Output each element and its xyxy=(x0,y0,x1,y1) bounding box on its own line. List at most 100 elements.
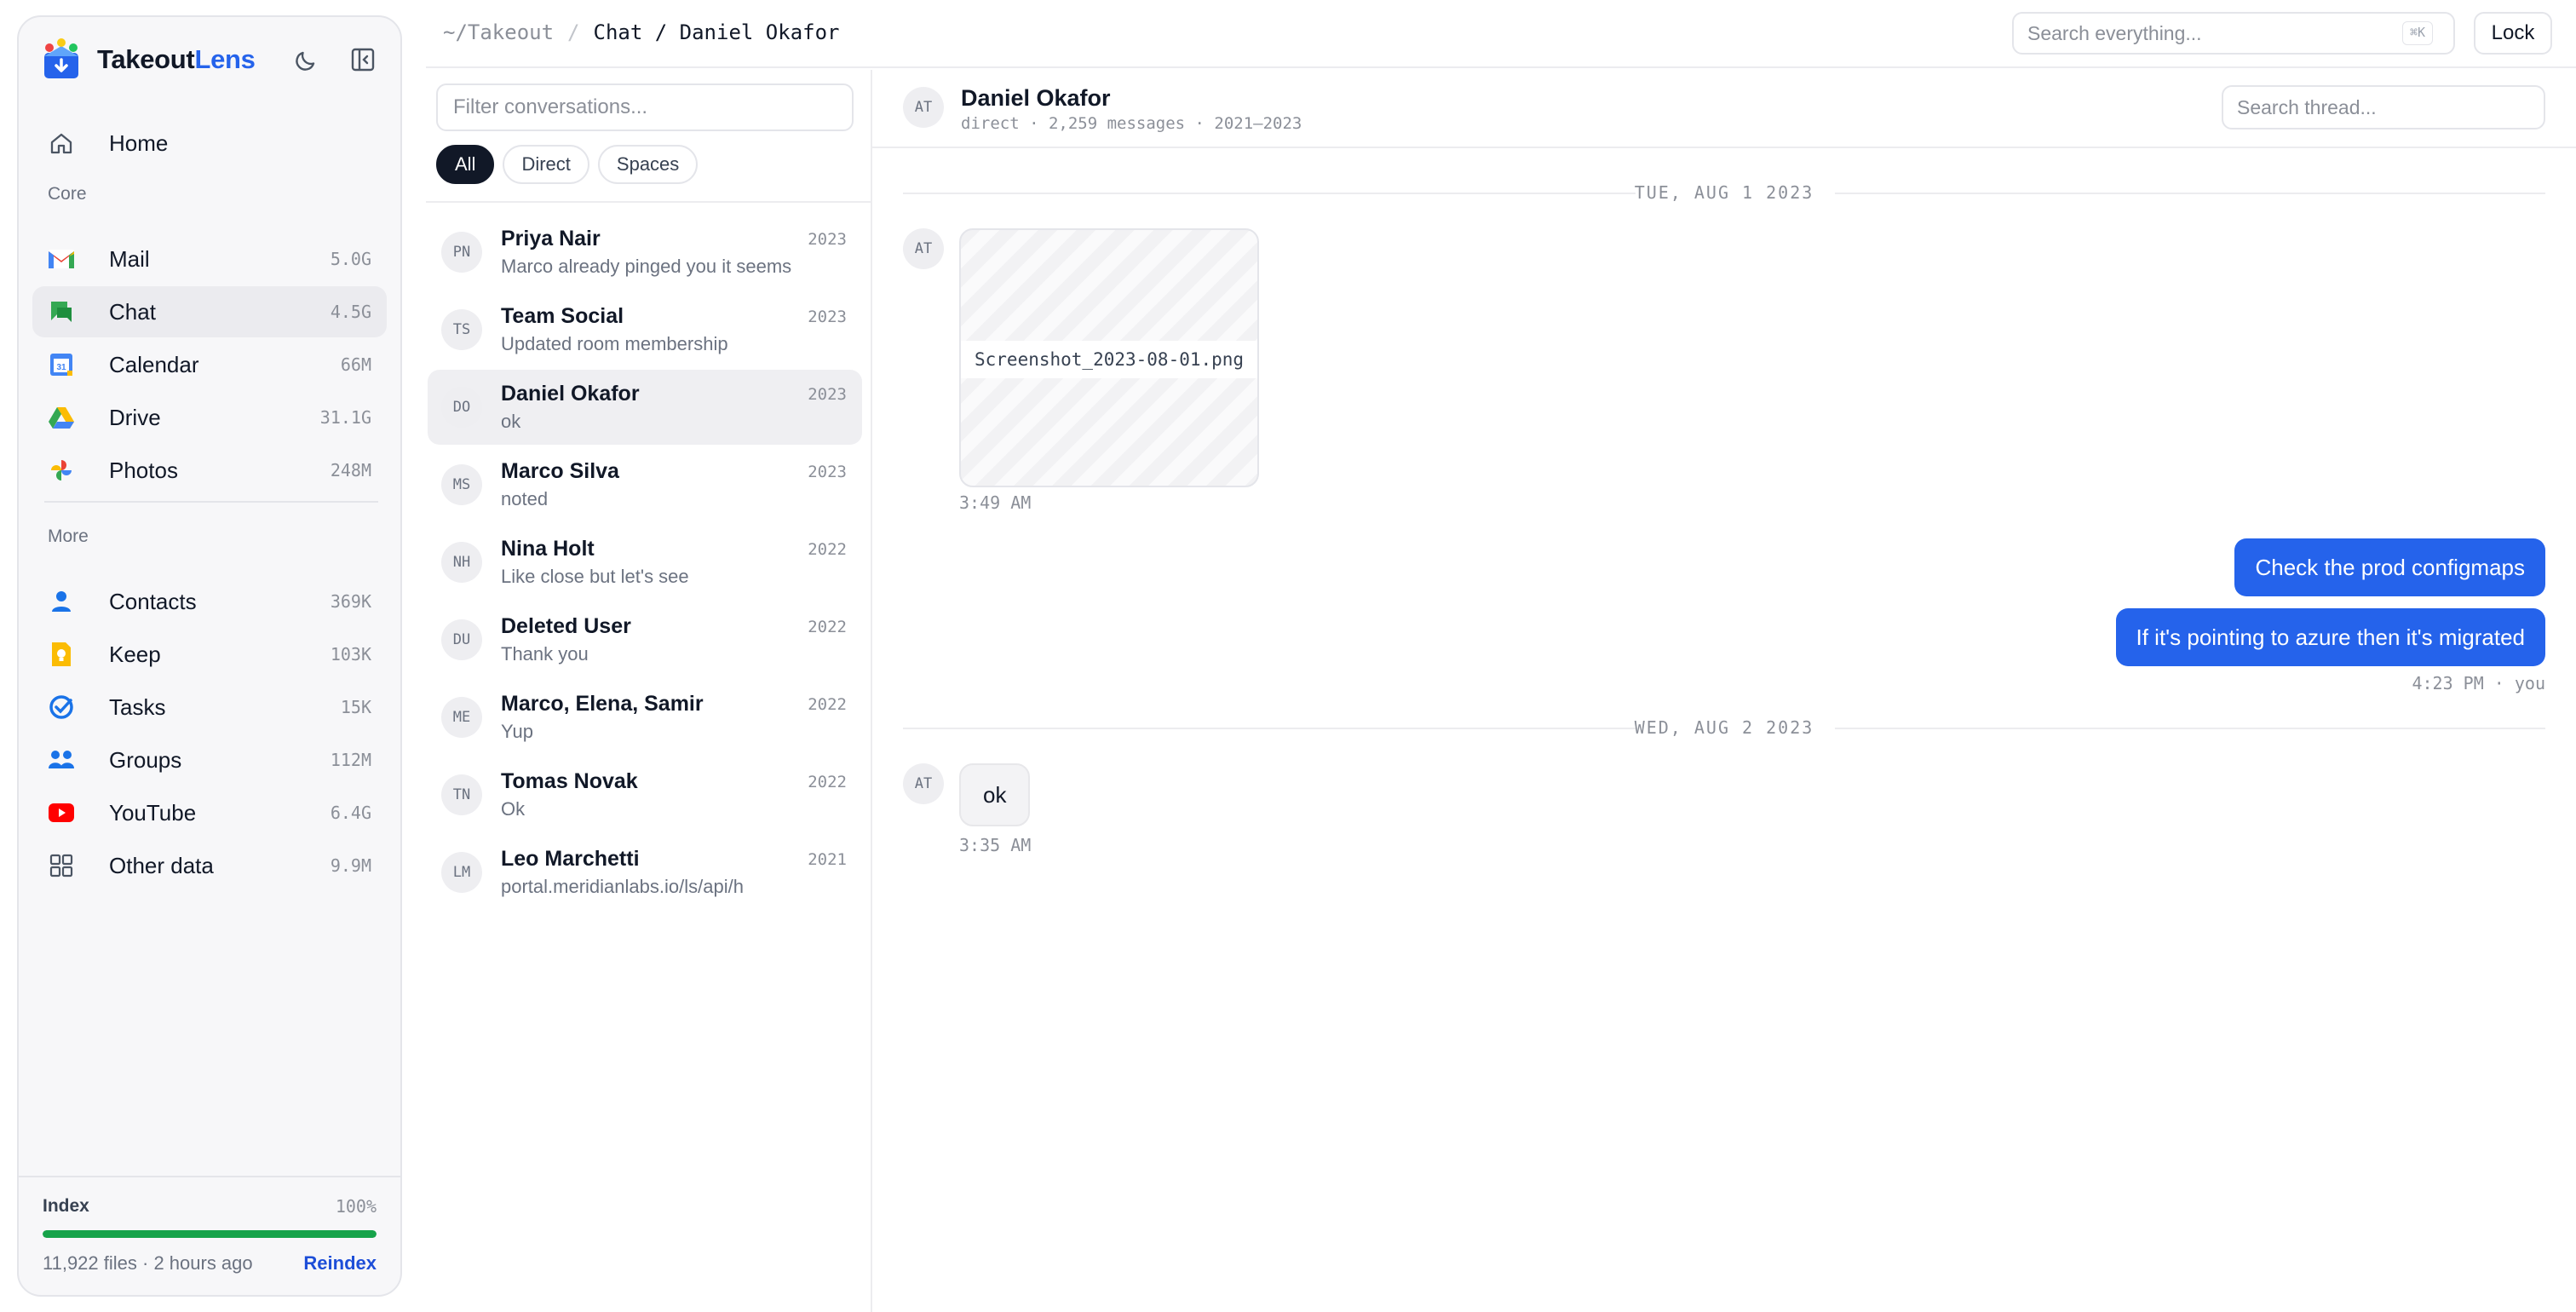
conversation-item-active[interactable]: DO Daniel Okafor ok 2023 xyxy=(428,370,862,445)
chip-all[interactable]: All xyxy=(436,145,495,184)
reindex-button[interactable]: Reindex xyxy=(303,1252,377,1275)
sidebar-item-label: Home xyxy=(109,129,169,156)
thread-search-input[interactable] xyxy=(2222,85,2545,129)
conversation-preview: Ok xyxy=(501,798,526,820)
conversation-item[interactable]: ME Marco, Elena, Samir Yup 2022 xyxy=(428,680,862,755)
chip-direct[interactable]: Direct xyxy=(503,145,589,184)
conversation-name: Team Social xyxy=(501,304,624,328)
sidebar-item-label: Tasks xyxy=(109,693,166,720)
thread-header: AT Daniel Okafor direct · 2,259 messages… xyxy=(872,70,2576,148)
sidebar-item-keep[interactable]: Keep 103K xyxy=(32,629,387,680)
breadcrumb-current: Chat / Daniel Okafor xyxy=(593,20,840,44)
message-timestamp: 3:35 AM xyxy=(959,835,1032,855)
thread-meta: direct · 2,259 messages · 2021–2023 xyxy=(961,114,1302,133)
sidebar-item-other-data[interactable]: Other data 9.9M xyxy=(32,840,387,891)
list-divider xyxy=(426,201,871,203)
sidebar-item-drive[interactable]: Drive 31.1G xyxy=(32,392,387,443)
conversation-item[interactable]: TS Team Social Updated room membership 2… xyxy=(428,292,862,367)
conversation-item[interactable]: MS Marco Silva noted 2023 xyxy=(428,447,862,522)
conversation-item[interactable]: NH Nina Holt Like close but let's see 20… xyxy=(428,525,862,600)
conversation-preview: Yup xyxy=(501,721,533,742)
attachment-filename: Screenshot_2023-08-01.png xyxy=(961,341,1257,378)
breadcrumb: ~/Takeout / Chat / Daniel Okafor xyxy=(443,20,839,44)
image-attachment[interactable]: Screenshot_2023-08-01.png xyxy=(959,228,1259,487)
grid-icon xyxy=(48,852,75,879)
breadcrumb-separator: / xyxy=(567,20,580,44)
conversation-item[interactable]: LM Leo Marchetti portal.meridianlabs.io/… xyxy=(428,835,862,910)
groups-icon xyxy=(48,746,75,774)
sidebar-item-label: Other data xyxy=(109,852,214,878)
filter-conversations-input[interactable] xyxy=(436,83,854,131)
keep-icon xyxy=(48,641,75,668)
conversation-item[interactable]: TN Tomas Novak Ok 2022 xyxy=(428,757,862,832)
index-status: Index 100% 11,922 files · 2 hours ago Re… xyxy=(19,1176,400,1295)
conversation-year: 2022 xyxy=(808,773,847,791)
thread-title: Daniel Okafor xyxy=(961,85,1111,111)
conversation-item[interactable]: PN Priya Nair Marco already pinged you i… xyxy=(428,215,862,290)
sidebar-item-label: Chat xyxy=(109,298,156,325)
conversation-preview: noted xyxy=(501,488,549,509)
conversation-year: 2022 xyxy=(808,618,847,636)
avatar: ME xyxy=(441,697,482,738)
lock-button[interactable]: Lock xyxy=(2474,12,2552,55)
message-thread: AT Daniel Okafor direct · 2,259 messages… xyxy=(872,70,2576,1312)
avatar: AT xyxy=(903,87,944,128)
conversation-name: Leo Marchetti xyxy=(501,847,640,871)
section-title-more: More xyxy=(48,527,89,546)
breadcrumb-root[interactable]: ~/Takeout xyxy=(443,20,554,44)
avatar: LM xyxy=(441,852,482,893)
index-meta: 11,922 files · 2 hours ago xyxy=(43,1252,253,1274)
avatar: DU xyxy=(441,619,482,660)
sidebar-item-chat[interactable]: Chat 4.5G xyxy=(32,286,387,337)
sidebar-item-size: 112M xyxy=(330,750,371,770)
contacts-icon xyxy=(48,588,75,615)
index-title: Index xyxy=(43,1196,89,1216)
conversation-preview: Like close but let's see xyxy=(501,566,689,587)
sidebar-item-tasks[interactable]: Tasks 15K xyxy=(32,682,387,733)
collapse-sidebar-icon[interactable] xyxy=(346,43,380,77)
conversation-preview: Updated room membership xyxy=(501,333,728,354)
sidebar-item-size: 5.0G xyxy=(330,249,371,269)
sidebar-item-label: Calendar xyxy=(109,351,199,377)
brand[interactable]: TakeoutLens xyxy=(39,36,256,83)
sidebar-item-size: 9.9M xyxy=(330,855,371,876)
chip-spaces[interactable]: Spaces xyxy=(597,145,699,184)
sidebar: TakeoutLens Home Core Mail 5.0G Chat 4.5… xyxy=(17,15,402,1297)
conversation-preview: Marco already pinged you it seems xyxy=(501,256,792,277)
sidebar-item-size: 369K xyxy=(330,591,371,612)
conversation-preview: portal.meridianlabs.io/ls/api/h xyxy=(501,876,744,897)
drive-icon xyxy=(48,404,75,431)
conversation-name: Tomas Novak xyxy=(501,769,638,793)
sidebar-item-mail[interactable]: Mail 5.0G xyxy=(32,233,387,285)
day-separator-label: TUE, AUG 1 2023 xyxy=(1634,182,1814,203)
avatar: PN xyxy=(441,232,482,273)
conversation-year: 2022 xyxy=(808,540,847,559)
sidebar-item-photos[interactable]: Photos 248M xyxy=(32,445,387,496)
index-progress-bar xyxy=(43,1230,377,1238)
sidebar-item-youtube[interactable]: YouTube 6.4G xyxy=(32,787,387,838)
sidebar-item-label: Keep xyxy=(109,641,161,667)
sidebar-item-contacts[interactable]: Contacts 369K xyxy=(32,576,387,627)
sidebar-item-groups[interactable]: Groups 112M xyxy=(32,734,387,785)
message-timestamp: 4:23 PM · you xyxy=(2412,673,2545,693)
theme-toggle-moon-icon[interactable] xyxy=(290,43,324,77)
gmail-icon xyxy=(48,245,75,273)
conversation-filter-chips: All Direct Spaces xyxy=(436,145,699,184)
sidebar-divider xyxy=(44,501,378,503)
conversation-year: 2023 xyxy=(808,308,847,326)
conversation-list: All Direct Spaces PN Priya Nair Marco al… xyxy=(426,70,872,1312)
sidebar-item-size: 66M xyxy=(340,354,371,375)
global-search-input[interactable] xyxy=(2012,12,2455,55)
chat-icon xyxy=(48,298,75,325)
outgoing-message: Check the prod configmaps xyxy=(2234,538,2545,596)
avatar: AT xyxy=(903,228,944,269)
conversation-year: 2021 xyxy=(808,850,847,869)
conversation-year: 2023 xyxy=(808,230,847,249)
search-shortcut-badge: ⌘K xyxy=(2402,21,2434,45)
sidebar-item-calendar[interactable]: 31 Calendar 66M xyxy=(32,339,387,390)
sidebar-item-home[interactable]: Home xyxy=(32,118,387,169)
conversation-name: Deleted User xyxy=(501,614,631,638)
conversation-item[interactable]: DU Deleted User Thank you 2022 xyxy=(428,602,862,677)
conversation-name: Marco Silva xyxy=(501,459,619,483)
avatar: TN xyxy=(441,774,482,815)
